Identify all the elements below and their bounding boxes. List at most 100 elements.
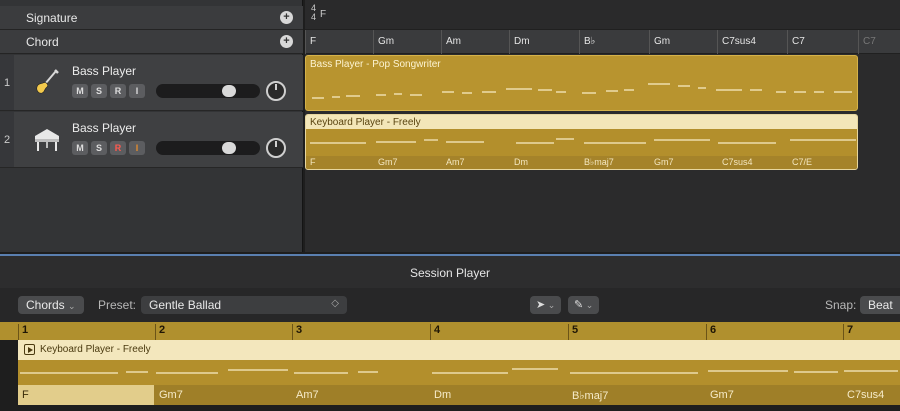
snap-dropdown[interactable]: Beat bbox=[860, 296, 900, 314]
key-signature[interactable]: F bbox=[320, 9, 326, 20]
bar-number: 7 bbox=[843, 324, 853, 340]
volume-fader[interactable] bbox=[156, 84, 260, 98]
editor-region-title: Keyboard Player - Freely bbox=[40, 344, 151, 355]
chord-cell[interactable]: F bbox=[305, 30, 373, 54]
keyboard-notes bbox=[310, 138, 856, 144]
pencil-icon: ✎ bbox=[574, 299, 584, 311]
pan-knob[interactable] bbox=[266, 81, 286, 101]
session-player-header: Session Player bbox=[0, 254, 900, 288]
signature-lane[interactable]: 4 4 F bbox=[305, 0, 900, 30]
track-headers: Signature + Chord + 1 Bass Player M S R … bbox=[0, 0, 303, 252]
bass-notes bbox=[312, 83, 852, 99]
signature-track-header[interactable]: Signature + bbox=[0, 6, 303, 30]
chord-cell[interactable]: C7sus4 bbox=[717, 30, 785, 54]
editor-chord[interactable]: Gm7 bbox=[710, 389, 734, 401]
bass-guitar-icon bbox=[36, 69, 59, 94]
solo-button[interactable]: S bbox=[91, 141, 107, 155]
bar-number: 5 bbox=[568, 324, 578, 340]
signature-label: Signature bbox=[26, 10, 78, 25]
track-header-1[interactable]: 1 Bass Player M S R I bbox=[0, 55, 303, 111]
chord-cell[interactable]: B♭ bbox=[579, 30, 647, 54]
snap-value: Beat bbox=[868, 298, 893, 312]
editor-region-header[interactable]: Keyboard Player - Freely bbox=[18, 340, 900, 360]
region-chord: C7sus4 bbox=[722, 157, 753, 167]
chord-track-header[interactable]: Chord + bbox=[0, 30, 303, 54]
chord-cell[interactable]: C7 bbox=[787, 30, 857, 54]
fader-knob[interactable] bbox=[222, 85, 236, 97]
pointer-tool-menu[interactable]: ➤ ⌄ bbox=[530, 296, 562, 314]
time-signature[interactable]: 4 4 bbox=[311, 4, 316, 22]
region-chord: F bbox=[310, 157, 316, 167]
chord-label: Chord bbox=[26, 34, 59, 49]
region-chord: B♭maj7 bbox=[584, 157, 614, 167]
track-number: 1 bbox=[0, 55, 14, 110]
chord-cell[interactable]: Gm bbox=[373, 30, 441, 54]
time-sig-denominator: 4 bbox=[311, 12, 317, 22]
chord-lane[interactable]: F Gm Am Dm B♭ Gm C7sus4 C7 C7 bbox=[305, 30, 900, 54]
mute-button[interactable]: M bbox=[72, 84, 88, 98]
editor-chord[interactable]: Am7 bbox=[296, 389, 319, 401]
track-header-2[interactable]: 2 Bass Player M S R I bbox=[0, 112, 303, 168]
editor-notes-lane[interactable] bbox=[18, 360, 900, 385]
mode-value: Chords bbox=[26, 298, 65, 312]
chord-cell[interactable]: C7 bbox=[858, 30, 900, 54]
region-chord-bar: F Gm7 Am7 Dm B♭maj7 Gm7 C7sus4 C7/E bbox=[306, 156, 857, 169]
bar-number: 3 bbox=[292, 324, 302, 340]
editor-chord[interactable]: Gm7 bbox=[159, 389, 183, 401]
editor-chord[interactable]: B♭maj7 bbox=[572, 389, 608, 402]
chord-cell[interactable]: Am bbox=[441, 30, 509, 54]
input-monitor-button[interactable]: I bbox=[129, 141, 145, 155]
region-chord: Gm7 bbox=[378, 157, 398, 167]
up-down-chevron-icon: ◇ bbox=[331, 298, 339, 309]
play-icon[interactable] bbox=[24, 344, 35, 355]
track-name: Bass Player bbox=[72, 121, 137, 135]
chord-cell[interactable]: Gm bbox=[649, 30, 717, 54]
bar-number: 1 bbox=[18, 324, 28, 340]
editor-chord[interactable]: C7sus4 bbox=[847, 389, 884, 401]
add-signature-icon[interactable]: + bbox=[280, 11, 293, 24]
snap-label: Snap: bbox=[825, 298, 857, 312]
bar-number: 4 bbox=[430, 324, 440, 340]
bass-region[interactable]: Bass Player - Pop Songwriter bbox=[305, 55, 858, 111]
session-player-title: Session Player bbox=[409, 266, 491, 280]
solo-button[interactable]: S bbox=[91, 84, 107, 98]
preset-value: Gentle Ballad bbox=[149, 298, 222, 312]
track-name: Bass Player bbox=[72, 64, 137, 78]
chevron-down-icon: ⌄ bbox=[583, 300, 594, 310]
selected-chord-cell[interactable] bbox=[18, 385, 154, 405]
mode-dropdown[interactable]: Chords ⌄ bbox=[18, 296, 84, 314]
preset-label: Preset: bbox=[98, 298, 137, 312]
bottom-strip bbox=[0, 405, 900, 411]
fader-knob[interactable] bbox=[222, 142, 236, 154]
chevron-down-icon: ⌄ bbox=[68, 301, 76, 311]
session-player-toolbar: Chords ⌄ Preset: Gentle Ballad ◇ ➤ ⌄ ✎ ⌄… bbox=[0, 288, 900, 322]
record-enable-button[interactable]: R bbox=[110, 84, 126, 98]
volume-fader[interactable] bbox=[156, 141, 260, 155]
mute-button[interactable]: M bbox=[72, 141, 88, 155]
region-chord: Am7 bbox=[446, 157, 465, 167]
add-chord-icon[interactable]: + bbox=[280, 35, 293, 48]
editor-chord-lane[interactable]: F Gm7 Am7 Dm B♭maj7 Gm7 C7sus4 bbox=[18, 385, 900, 405]
pointer-icon: ➤ bbox=[536, 299, 546, 311]
editor-chord[interactable]: Dm bbox=[434, 389, 451, 401]
region-title: Keyboard Player - Freely bbox=[310, 117, 421, 128]
track-number: 2 bbox=[0, 112, 14, 167]
region-chord: C7/E bbox=[792, 157, 813, 167]
region-chord: Dm bbox=[514, 157, 528, 167]
chevron-down-icon: ⌄ bbox=[545, 300, 556, 310]
pencil-tool-menu[interactable]: ✎ ⌄ bbox=[568, 296, 600, 314]
track-buttons: M S R I bbox=[72, 84, 145, 98]
region-chord: Gm7 bbox=[654, 157, 674, 167]
pan-knob[interactable] bbox=[266, 138, 286, 158]
preset-selector[interactable]: Gentle Ballad ◇ bbox=[141, 296, 347, 314]
track-buttons: M S R I bbox=[72, 141, 145, 155]
bar-number: 6 bbox=[706, 324, 716, 340]
bar-number: 2 bbox=[155, 324, 165, 340]
input-monitor-button[interactable]: I bbox=[129, 84, 145, 98]
editor-chord[interactable]: F bbox=[22, 389, 29, 401]
chord-cell[interactable]: Dm bbox=[509, 30, 577, 54]
record-enable-button[interactable]: R bbox=[110, 141, 126, 155]
tracks-area[interactable]: 4 4 F F Gm Am Dm B♭ Gm C7sus4 C7 C7 Bass… bbox=[305, 0, 900, 252]
keyboard-region[interactable]: Keyboard Player - Freely F Gm7 Am7 Dm B♭… bbox=[305, 114, 858, 170]
bar-ruler[interactable]: 1 2 3 4 5 6 7 bbox=[0, 322, 900, 340]
